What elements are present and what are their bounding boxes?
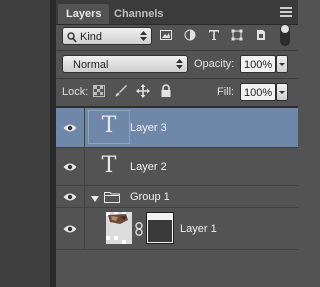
panel-tab-bar: Layers Channels: [56, 0, 298, 25]
fill-dropdown-button[interactable]: [276, 83, 288, 101]
visibility-eye-icon[interactable]: [63, 224, 77, 234]
fill-label: Fill:: [217, 86, 235, 98]
layer-row-layer-1[interactable]: Layer 1: [56, 208, 298, 250]
fill-field[interactable]: 100%: [240, 83, 276, 101]
mask-link-chain-icon[interactable]: [134, 222, 144, 239]
lock-icon[interactable]: [160, 84, 174, 98]
layer-name: Layer 1: [180, 223, 217, 235]
tab-layers[interactable]: Layers: [58, 4, 110, 24]
layer-name: Layer 2: [130, 161, 167, 173]
shape-filter-icon[interactable]: [231, 29, 243, 41]
layer-mask-thumbnail[interactable]: [146, 212, 174, 247]
lock-label: Lock:: [62, 86, 89, 98]
divider: [56, 50, 298, 51]
lock-transparent-pixels-icon[interactable]: [93, 85, 107, 99]
lock-row: Lock: Fill: 100%: [56, 82, 298, 102]
chevron-down-icon: [279, 91, 285, 94]
layer-name: Layer 3: [130, 122, 167, 134]
blend-mode-value: Normal: [73, 59, 109, 71]
filter-row: Kind: [56, 24, 298, 46]
folder-icon: [104, 191, 120, 206]
filter-kind-select[interactable]: Kind: [62, 27, 152, 45]
image-layer-thumbnail: [106, 212, 132, 247]
visibility-eye-icon[interactable]: [63, 123, 77, 133]
divider: [56, 78, 298, 79]
opacity-label: Opacity:: [194, 58, 235, 70]
visibility-eye-icon[interactable]: [63, 162, 77, 172]
search-icon: [67, 31, 77, 49]
adjustment-filter-icon[interactable]: [184, 29, 196, 41]
chevron-down-icon: [279, 63, 285, 66]
blend-row: Normal Opacity: 100%: [56, 54, 298, 74]
layer-name: Group 1: [130, 191, 170, 203]
layer-row-layer-3[interactable]: T Layer 3: [56, 108, 298, 148]
type-filter-icon[interactable]: [208, 29, 220, 41]
layers-list-empty-area: [56, 250, 298, 287]
expand-triangle-icon[interactable]: [91, 193, 99, 205]
brush-icon[interactable]: [114, 84, 128, 98]
layers-panel: Layers Channels Kind Normal Opacity: 100…: [56, 0, 298, 287]
opacity-dropdown-button[interactable]: [276, 55, 288, 73]
layer-row-group-1[interactable]: Group 1: [56, 186, 298, 208]
visibility-eye-icon[interactable]: [63, 192, 77, 202]
tab-channels[interactable]: Channels: [106, 4, 172, 24]
left-dock: [0, 0, 56, 287]
layer-row-layer-2[interactable]: T Layer 2: [56, 148, 298, 186]
move-icon[interactable]: [136, 84, 150, 98]
blend-mode-select[interactable]: Normal: [62, 55, 188, 73]
smart-object-filter-icon[interactable]: [255, 29, 267, 41]
filter-kind-label: Kind: [80, 31, 103, 43]
type-layer-thumbnail-icon: T: [88, 110, 130, 144]
pixel-filter-icon[interactable]: [160, 29, 172, 41]
filter-toggle[interactable]: [280, 24, 290, 46]
select-arrows-icon: [140, 30, 147, 42]
type-layer-thumbnail-icon: T: [101, 153, 117, 178]
opacity-field[interactable]: 100%: [240, 55, 276, 73]
panel-menu-icon[interactable]: [280, 7, 292, 17]
select-arrows-icon: [176, 58, 183, 70]
